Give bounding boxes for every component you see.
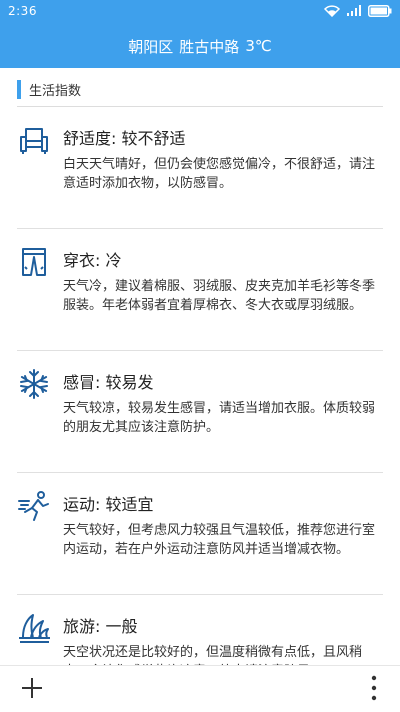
signal-icon (347, 5, 361, 16)
section-title: 生活指数 (29, 83, 82, 99)
temperature-label: 3℃ (245, 37, 272, 55)
life-index-item: 运动: 较适宜 天气较好，但考虑风力较强且气温较低，推荐您进行室内运动，若在户外… (17, 473, 383, 595)
snowflake-icon (20, 369, 48, 399)
index-desc: 白天天气晴好，但仍会使您感觉偏冷，不很舒适，请注意适时添加衣物，以防感冒。 (63, 157, 376, 191)
index-title: 运动: 较适宜 (63, 495, 154, 514)
wifi-icon (324, 5, 340, 17)
life-index-item: 穿衣: 冷 天气冷，建议着棉服、羽绒服、皮夹克加羊毛衫等冬季服装。年老体弱者宜着… (17, 229, 383, 351)
district-label: 朝阳区 (128, 37, 174, 56)
status-icons (324, 5, 392, 17)
more-options-button[interactable] (370, 675, 378, 701)
status-time: 2:36 (8, 4, 37, 18)
index-desc: 天气冷，建议着棉服、羽绒服、皮夹克加羊毛衫等冬季服装。年老体弱者宜着厚棉衣、冬大… (63, 279, 376, 313)
add-city-button[interactable] (20, 676, 44, 700)
section-header: 生活指数 (17, 79, 387, 99)
life-index-item: 舒适度: 较不舒适 白天天气晴好，但仍会使您感觉偏冷，不很舒适，请注意适时添加衣… (17, 107, 383, 229)
plus-icon (22, 678, 42, 698)
status-bar: 2:36 (0, 0, 400, 24)
index-desc: 天气较好，但考虑风力较强且气温较低，推荐您进行室内运动，若在户外运动注意防风并适… (63, 523, 376, 557)
battery-icon (368, 5, 392, 17)
index-title: 旅游: 一般 (63, 617, 138, 636)
index-desc: 天空状况还是比较好的，但温度稍微有点低，且风稍大，会让您感觉些许凉意。外出请注意… (63, 645, 363, 665)
pants-icon (22, 248, 46, 276)
index-desc: 天气较凉，较易发生感冒，请适当增加衣服。体质较弱的朋友尤其应该注意防护。 (63, 401, 376, 435)
index-title: 穿衣: 冷 (63, 251, 122, 270)
index-title: 舒适度: 较不舒适 (63, 129, 186, 148)
section-accent-bar (17, 79, 21, 99)
bottom-toolbar (0, 665, 400, 712)
opera-house-icon (19, 614, 50, 643)
index-title: 感冒: 较易发 (63, 373, 154, 392)
life-index-list[interactable]: 舒适度: 较不舒适 白天天气晴好，但仍会使您感觉偏冷，不很舒适，请注意适时添加衣… (0, 107, 400, 665)
armchair-icon (20, 128, 48, 154)
runner-icon (18, 491, 49, 521)
life-index-item: 感冒: 较易发 天气较凉，较易发生感冒，请适当增加衣服。体质较弱的朋友尤其应该注… (17, 351, 383, 473)
more-vertical-icon (371, 675, 377, 701)
location-header: 朝阳区 胜古中路 3℃ (0, 24, 400, 68)
life-index-item: 旅游: 一般 天空状况还是比较好的，但温度稍微有点低，且风稍大，会让您感觉些许凉… (17, 595, 383, 665)
road-label: 胜古中路 (179, 37, 240, 56)
